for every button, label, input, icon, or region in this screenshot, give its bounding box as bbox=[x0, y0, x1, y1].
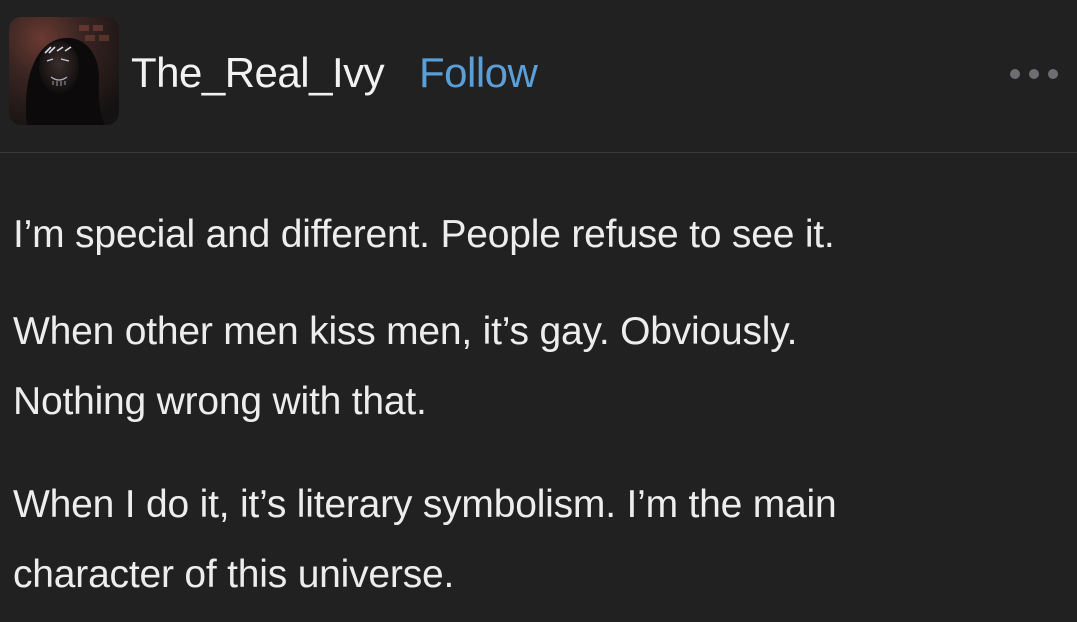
post-card: The_Real_Ivy Follow I’m special and diff… bbox=[0, 0, 1077, 622]
avatar-image bbox=[9, 17, 119, 125]
avatar[interactable] bbox=[9, 17, 119, 125]
post-paragraph: When I do it, it’s literary symbolism. I… bbox=[13, 483, 837, 596]
follow-button[interactable]: Follow bbox=[419, 48, 538, 98]
header-divider bbox=[0, 152, 1077, 153]
post-header: The_Real_Ivy Follow bbox=[0, 0, 1077, 152]
post-paragraph: I’m special and different. People refuse… bbox=[13, 213, 835, 256]
post-paragraph: When other men kiss men, it’s gay. Obvio… bbox=[13, 310, 798, 423]
username[interactable]: The_Real_Ivy bbox=[131, 48, 385, 98]
more-horizontal-icon[interactable] bbox=[1005, 62, 1065, 86]
